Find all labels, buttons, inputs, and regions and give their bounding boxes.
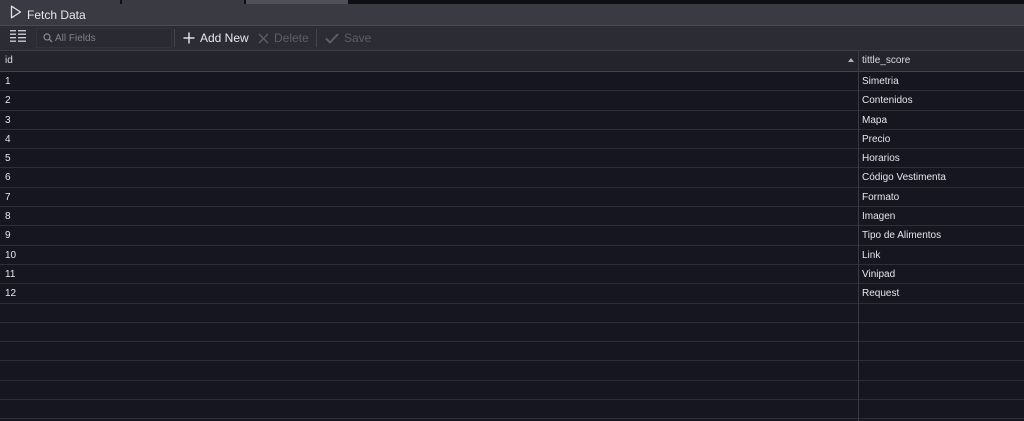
table-row[interactable]: 8 Imagen <box>0 207 1024 227</box>
cell-id[interactable]: 8 <box>0 207 858 226</box>
close-icon <box>258 33 269 44</box>
table-row[interactable]: 12 Request <box>0 284 1024 304</box>
cell-tittle-score[interactable]: Código Vestimenta <box>859 168 1024 187</box>
table-row[interactable]: 9 Tipo de Alimentos <box>0 226 1024 246</box>
toolbar-divider <box>174 29 175 47</box>
empty-row <box>0 361 1024 381</box>
cell-tittle-score[interactable]: Horarios <box>859 149 1024 168</box>
cell-id[interactable]: 12 <box>0 284 858 303</box>
search-input[interactable] <box>53 32 165 44</box>
save-label: Save <box>344 31 372 45</box>
empty-row <box>0 381 1024 401</box>
cell-tittle-score[interactable]: Vinipad <box>859 265 1024 284</box>
cell-tittle-score[interactable]: Mapa <box>859 111 1024 130</box>
plus-icon <box>183 32 195 44</box>
column-divider[interactable] <box>858 51 859 421</box>
delete-button[interactable]: Delete <box>258 26 309 50</box>
add-new-button[interactable]: Add New <box>183 26 249 50</box>
empty-row <box>0 304 1024 323</box>
toolbar-divider <box>316 29 317 47</box>
column-header-tittle-score[interactable]: tittle_score <box>859 51 1024 71</box>
empty-row <box>0 323 1024 343</box>
search-icon <box>43 33 53 43</box>
cell-id[interactable]: 9 <box>0 226 858 245</box>
sort-ascending-icon <box>848 58 854 62</box>
table-row[interactable]: 3 Mapa <box>0 110 1024 130</box>
cell-id[interactable]: 7 <box>0 188 858 207</box>
table-row[interactable]: 1 Simetria <box>0 72 1024 92</box>
cell-tittle-score[interactable]: Link <box>859 246 1024 265</box>
cell-id[interactable]: 6 <box>0 168 858 187</box>
fetch-data-label: Fetch Data <box>27 7 86 22</box>
delete-label: Delete <box>274 31 309 45</box>
table-row[interactable]: 11 Vinipad <box>0 264 1024 285</box>
table-row[interactable]: 6 Código Vestimenta <box>0 168 1024 188</box>
fetch-bar: Fetch Data <box>0 4 1024 26</box>
cell-tittle-score[interactable]: Request <box>859 284 1024 303</box>
cell-tittle-score[interactable]: Simetria <box>859 72 1024 91</box>
checkmark-icon <box>325 32 339 44</box>
column-header-id[interactable]: id <box>0 51 858 71</box>
cell-id[interactable]: 10 <box>0 246 858 265</box>
cell-id[interactable]: 5 <box>0 149 858 168</box>
data-grid: id tittle_score 1 Simetria 2 Contenidos 3 Map… <box>0 51 1024 421</box>
search-field[interactable] <box>36 28 172 48</box>
cell-tittle-score[interactable]: Precio <box>859 130 1024 149</box>
columns-menu-button[interactable] <box>10 26 26 50</box>
table-row[interactable]: 7 Formato <box>0 187 1024 208</box>
grid-body: 1 Simetria 2 Contenidos 3 Mapa 4 Precio 5 Horario… <box>0 72 1024 420</box>
play-icon <box>10 5 22 24</box>
empty-row <box>0 400 1024 420</box>
cell-tittle-score[interactable]: Imagen <box>859 207 1024 226</box>
cell-id[interactable]: 1 <box>0 72 858 91</box>
column-header-label: id <box>5 55 13 66</box>
table-row[interactable]: 2 Contenidos <box>0 91 1024 111</box>
column-header-label: tittle_score <box>862 55 911 66</box>
list-columns-icon <box>10 29 26 47</box>
cell-id[interactable]: 4 <box>0 130 858 149</box>
save-button[interactable]: Save <box>325 26 371 50</box>
fetch-data-button[interactable]: Fetch Data <box>10 4 86 25</box>
grid-header: id tittle_score <box>0 51 1024 72</box>
empty-row <box>0 342 1024 362</box>
table-row[interactable]: 5 Horarios <box>0 149 1024 169</box>
cell-tittle-score[interactable]: Formato <box>859 188 1024 207</box>
cell-id[interactable]: 11 <box>0 265 858 284</box>
grid-toolbar: Add New Delete Save <box>0 26 1024 51</box>
add-new-label: Add New <box>200 31 249 45</box>
cell-tittle-score[interactable]: Contenidos <box>859 91 1024 110</box>
cell-tittle-score[interactable]: Tipo de Alimentos <box>859 226 1024 245</box>
cell-id[interactable]: 3 <box>0 111 858 130</box>
table-editor-window: Fetch Data All Fields Add New Delete Sav… <box>0 0 1024 421</box>
table-row[interactable]: 10 Link <box>0 245 1024 265</box>
table-row[interactable]: 4 Precio <box>0 129 1024 150</box>
cell-id[interactable]: 2 <box>0 91 858 110</box>
